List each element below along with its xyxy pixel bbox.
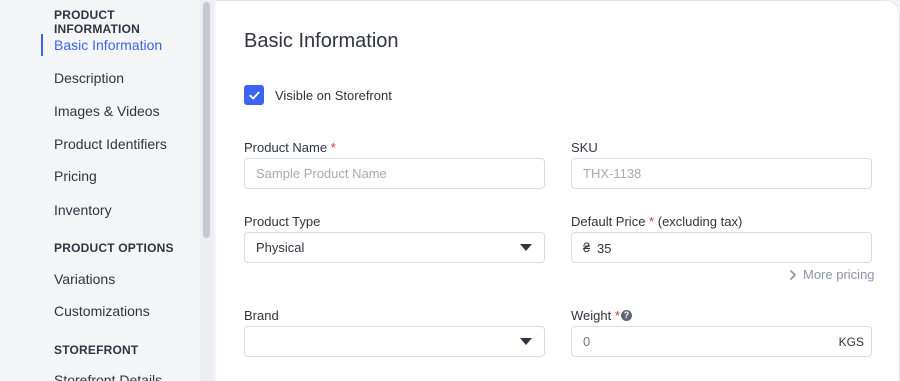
visible-on-storefront-checkbox[interactable] (244, 85, 264, 105)
sidebar-section-storefront: STOREFRONT (54, 343, 139, 357)
help-icon[interactable]: ? (621, 310, 632, 321)
sidebar-item-pricing[interactable]: Pricing (54, 168, 97, 184)
weight-input[interactable] (572, 327, 844, 356)
weight-field[interactable]: KGS (571, 326, 872, 357)
more-pricing-label: More pricing (803, 267, 875, 282)
product-type-label: Product Type (244, 214, 321, 229)
page-title: Basic Information (244, 30, 399, 52)
app-frame: PRODUCT INFORMATION Basic Information De… (0, 0, 900, 381)
product-type-value: Physical (256, 240, 305, 255)
product-name-label-text: Product Name (244, 140, 328, 155)
currency-symbol: ₴ (583, 240, 591, 255)
sidebar-item-inventory[interactable]: Inventory (54, 202, 112, 218)
weight-label-text: Weight (571, 308, 612, 323)
weight-unit: KGS (838, 335, 864, 349)
sidebar-item-storefront-details[interactable]: Storefront Details (54, 372, 162, 381)
chevron-right-icon (790, 270, 796, 280)
sidebar-section-product-options: PRODUCT OPTIONS (54, 241, 174, 255)
sidebar-item-variations[interactable]: Variations (54, 271, 115, 287)
sidebar-item-description[interactable]: Description (54, 70, 124, 86)
brand-select[interactable] (244, 326, 545, 357)
sidebar-item-basic-information[interactable]: Basic Information (54, 37, 162, 53)
sidebar-section-product-information: PRODUCT INFORMATION (54, 8, 140, 36)
main-panel (216, 0, 900, 381)
sidebar-item-product-identifiers[interactable]: Product Identifiers (54, 136, 167, 152)
more-pricing-link[interactable]: More pricing (789, 267, 875, 282)
active-indicator (41, 34, 43, 56)
visible-on-storefront-label[interactable]: Visible on Storefront (275, 88, 392, 103)
caret-down-icon (520, 244, 532, 251)
sidebar-item-images-videos[interactable]: Images & Videos (54, 103, 160, 119)
required-mark: * (649, 214, 655, 229)
required-mark: * (614, 308, 620, 323)
brand-label: Brand (244, 308, 279, 323)
caret-down-icon (520, 338, 532, 345)
product-name-label: Product Name * (244, 140, 336, 155)
checkmark-icon (248, 91, 260, 99)
required-mark: * (330, 140, 336, 155)
sidebar-item-customizations[interactable]: Customizations (54, 303, 150, 319)
default-price-field[interactable]: ₴ 35 (571, 232, 872, 263)
excluding-tax-note: (excluding tax) (657, 214, 743, 229)
product-name-input[interactable] (244, 158, 545, 189)
sku-input[interactable] (571, 158, 872, 189)
weight-label: Weight * (571, 308, 620, 323)
sidebar-scrollbar-thumb[interactable] (203, 2, 210, 238)
default-price-label-text: Default Price (571, 214, 646, 229)
default-price-label: Default Price * (excluding tax) (571, 214, 742, 229)
sku-label: SKU (571, 140, 598, 155)
sidebar-nav: PRODUCT INFORMATION Basic Information De… (0, 0, 200, 381)
default-price-value: 35 (597, 241, 612, 256)
product-type-select[interactable]: Physical (244, 232, 545, 263)
